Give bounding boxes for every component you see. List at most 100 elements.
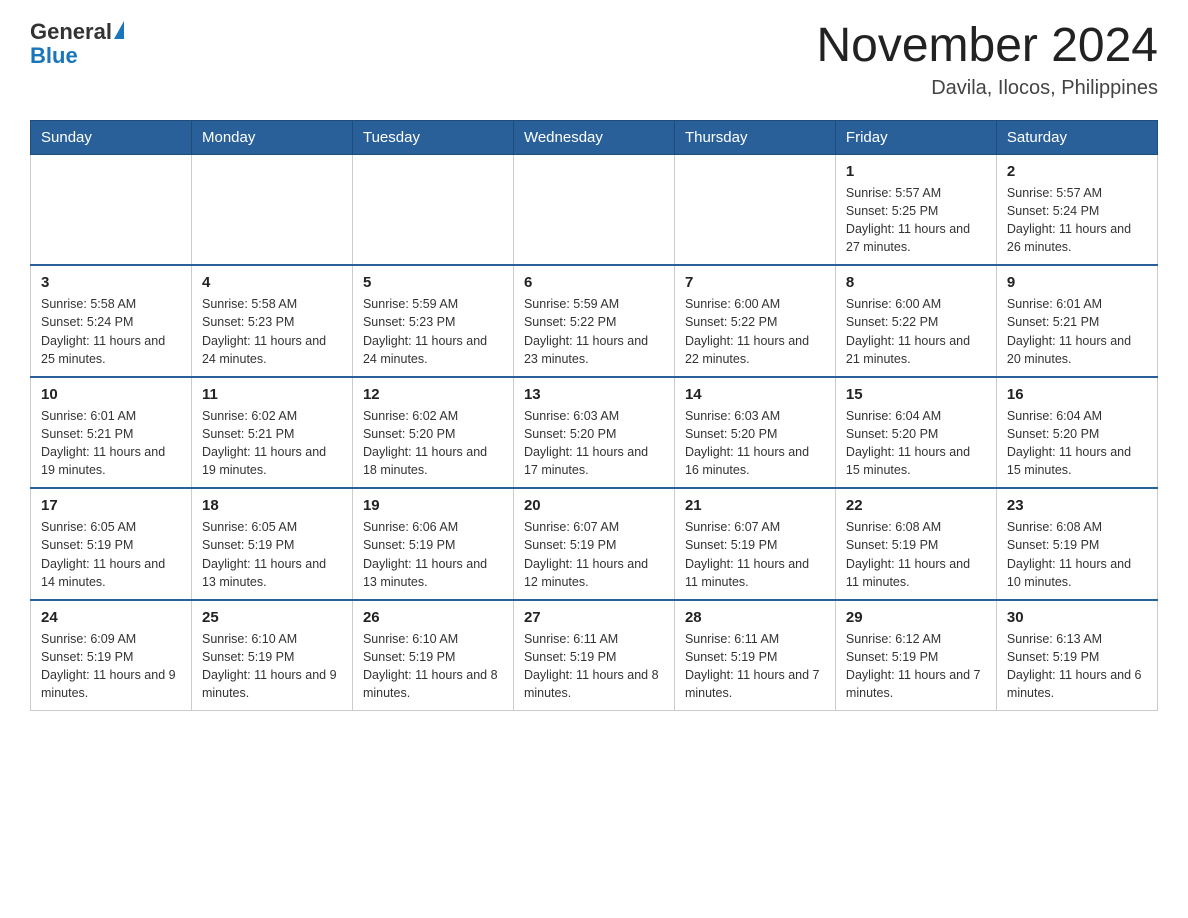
day-number: 9 — [1007, 274, 1147, 291]
day-number: 1 — [846, 163, 986, 180]
day-info: Sunrise: 5:57 AMSunset: 5:25 PMDaylight:… — [846, 184, 986, 257]
day-number: 13 — [524, 386, 664, 403]
day-info: Sunrise: 5:58 AMSunset: 5:23 PMDaylight:… — [202, 295, 342, 368]
calendar-cell: 18 Sunrise: 6:05 AMSunset: 5:19 PMDayligh… — [191, 488, 352, 600]
day-info: Sunrise: 6:10 AMSunset: 5:19 PMDaylight:… — [202, 630, 342, 703]
weekday-header-monday: Monday — [191, 120, 352, 154]
calendar-cell — [191, 154, 352, 265]
calendar-cell — [352, 154, 513, 265]
day-info: Sunrise: 6:05 AMSunset: 5:19 PMDaylight:… — [202, 518, 342, 591]
calendar-cell — [31, 154, 192, 265]
day-number: 28 — [685, 609, 825, 626]
page-header: General Blue November 2024 Davila, Iloco… — [30, 20, 1158, 100]
calendar-subtitle: Davila, Ilocos, Philippines — [816, 77, 1158, 100]
calendar-cell: 28Sunrise: 6:11 AMSunset: 5:19 PMDayligh… — [674, 600, 835, 711]
calendar-cell: 17 Sunrise: 6:05 AMSunset: 5:19 PMDayligh… — [31, 488, 192, 600]
weekday-header-row: SundayMondayTuesdayWednesdayThursdayFrid… — [31, 120, 1158, 154]
calendar-cell: 20Sunrise: 6:07 AMSunset: 5:19 PMDayligh… — [513, 488, 674, 600]
title-block: November 2024 Davila, Ilocos, Philippine… — [816, 20, 1158, 100]
calendar-cell: 27Sunrise: 6:11 AMSunset: 5:19 PMDayligh… — [513, 600, 674, 711]
logo-blue-text: Blue — [30, 44, 124, 68]
calendar-cell: 1 Sunrise: 5:57 AMSunset: 5:25 PMDaylight… — [835, 154, 996, 265]
day-info: Sunrise: 5:59 AMSunset: 5:22 PMDaylight:… — [524, 295, 664, 368]
calendar-cell — [674, 154, 835, 265]
calendar-cell: 8 Sunrise: 6:00 AMSunset: 5:22 PMDaylight… — [835, 265, 996, 377]
calendar-week-row: 17 Sunrise: 6:05 AMSunset: 5:19 PMDayligh… — [31, 488, 1158, 600]
day-info: Sunrise: 5:58 AMSunset: 5:24 PMDaylight:… — [41, 295, 181, 368]
calendar-cell: 4 Sunrise: 5:58 AMSunset: 5:23 PMDaylight… — [191, 265, 352, 377]
calendar-week-row: 1 Sunrise: 5:57 AMSunset: 5:25 PMDaylight… — [31, 154, 1158, 265]
calendar-week-row: 24Sunrise: 6:09 AMSunset: 5:19 PMDayligh… — [31, 600, 1158, 711]
day-info: Sunrise: 5:59 AMSunset: 5:23 PMDaylight:… — [363, 295, 503, 368]
day-info: Sunrise: 6:04 AMSunset: 5:20 PMDaylight:… — [846, 407, 986, 480]
calendar-cell: 5 Sunrise: 5:59 AMSunset: 5:23 PMDaylight… — [352, 265, 513, 377]
day-number: 3 — [41, 274, 181, 291]
day-info: Sunrise: 6:03 AMSunset: 5:20 PMDaylight:… — [524, 407, 664, 480]
calendar-title: November 2024 — [816, 20, 1158, 73]
weekday-header-thursday: Thursday — [674, 120, 835, 154]
day-info: Sunrise: 6:05 AMSunset: 5:19 PMDaylight:… — [41, 518, 181, 591]
calendar-cell: 9 Sunrise: 6:01 AMSunset: 5:21 PMDaylight… — [996, 265, 1157, 377]
day-number: 19 — [363, 497, 503, 514]
calendar-cell: 22 Sunrise: 6:08 AMSunset: 5:19 PMDayligh… — [835, 488, 996, 600]
day-info: Sunrise: 6:01 AMSunset: 5:21 PMDaylight:… — [1007, 295, 1147, 368]
day-info: Sunrise: 6:02 AMSunset: 5:21 PMDaylight:… — [202, 407, 342, 480]
calendar-week-row: 10 Sunrise: 6:01 AMSunset: 5:21 PMDayligh… — [31, 377, 1158, 489]
calendar-cell: 2Sunrise: 5:57 AMSunset: 5:24 PMDaylight… — [996, 154, 1157, 265]
day-number: 21 — [685, 497, 825, 514]
day-info: Sunrise: 6:00 AMSunset: 5:22 PMDaylight:… — [685, 295, 825, 368]
day-number: 16 — [1007, 386, 1147, 403]
day-number: 23 — [1007, 497, 1147, 514]
calendar-cell: 11 Sunrise: 6:02 AMSunset: 5:21 PMDayligh… — [191, 377, 352, 489]
day-info: Sunrise: 6:00 AMSunset: 5:22 PMDaylight:… — [846, 295, 986, 368]
day-info: Sunrise: 6:07 AMSunset: 5:19 PMDaylight:… — [685, 518, 825, 591]
day-number: 10 — [41, 386, 181, 403]
weekday-header-saturday: Saturday — [996, 120, 1157, 154]
calendar-cell: 15 Sunrise: 6:04 AMSunset: 5:20 PMDayligh… — [835, 377, 996, 489]
calendar-cell: 7 Sunrise: 6:00 AMSunset: 5:22 PMDaylight… — [674, 265, 835, 377]
day-number: 8 — [846, 274, 986, 291]
calendar-cell: 12Sunrise: 6:02 AMSunset: 5:20 PMDayligh… — [352, 377, 513, 489]
day-number: 5 — [363, 274, 503, 291]
weekday-header-tuesday: Tuesday — [352, 120, 513, 154]
day-number: 17 — [41, 497, 181, 514]
day-info: Sunrise: 6:03 AMSunset: 5:20 PMDaylight:… — [685, 407, 825, 480]
day-info: Sunrise: 6:02 AMSunset: 5:20 PMDaylight:… — [363, 407, 503, 480]
day-number: 18 — [202, 497, 342, 514]
calendar-cell: 16 Sunrise: 6:04 AMSunset: 5:20 PMDayligh… — [996, 377, 1157, 489]
day-number: 11 — [202, 386, 342, 403]
calendar-table: SundayMondayTuesdayWednesdayThursdayFrid… — [30, 120, 1158, 712]
day-number: 30 — [1007, 609, 1147, 626]
day-number: 26 — [363, 609, 503, 626]
calendar-cell: 29 Sunrise: 6:12 AMSunset: 5:19 PMDayligh… — [835, 600, 996, 711]
calendar-cell — [513, 154, 674, 265]
day-info: Sunrise: 6:08 AMSunset: 5:19 PMDaylight:… — [846, 518, 986, 591]
day-info: Sunrise: 6:08 AMSunset: 5:19 PMDaylight:… — [1007, 518, 1147, 591]
day-info: Sunrise: 6:06 AMSunset: 5:19 PMDaylight:… — [363, 518, 503, 591]
day-number: 15 — [846, 386, 986, 403]
day-number: 4 — [202, 274, 342, 291]
calendar-cell: 25Sunrise: 6:10 AMSunset: 5:19 PMDayligh… — [191, 600, 352, 711]
day-number: 27 — [524, 609, 664, 626]
calendar-cell: 26Sunrise: 6:10 AMSunset: 5:19 PMDayligh… — [352, 600, 513, 711]
day-info: Sunrise: 6:12 AMSunset: 5:19 PMDaylight:… — [846, 630, 986, 703]
day-info: Sunrise: 6:13 AMSunset: 5:19 PMDaylight:… — [1007, 630, 1147, 703]
calendar-cell: 10 Sunrise: 6:01 AMSunset: 5:21 PMDayligh… — [31, 377, 192, 489]
calendar-cell: 6Sunrise: 5:59 AMSunset: 5:22 PMDaylight… — [513, 265, 674, 377]
day-number: 14 — [685, 386, 825, 403]
logo: General Blue — [30, 20, 124, 68]
calendar-cell: 19 Sunrise: 6:06 AMSunset: 5:19 PMDayligh… — [352, 488, 513, 600]
day-info: Sunrise: 6:09 AMSunset: 5:19 PMDaylight:… — [41, 630, 181, 703]
day-info: Sunrise: 6:04 AMSunset: 5:20 PMDaylight:… — [1007, 407, 1147, 480]
calendar-cell: 3 Sunrise: 5:58 AMSunset: 5:24 PMDaylight… — [31, 265, 192, 377]
day-number: 2 — [1007, 163, 1147, 180]
day-info: Sunrise: 6:01 AMSunset: 5:21 PMDaylight:… — [41, 407, 181, 480]
calendar-cell: 23 Sunrise: 6:08 AMSunset: 5:19 PMDayligh… — [996, 488, 1157, 600]
day-number: 7 — [685, 274, 825, 291]
day-number: 20 — [524, 497, 664, 514]
weekday-header-friday: Friday — [835, 120, 996, 154]
day-number: 22 — [846, 497, 986, 514]
day-number: 29 — [846, 609, 986, 626]
logo-general-text: General — [30, 20, 112, 44]
calendar-cell: 30 Sunrise: 6:13 AMSunset: 5:19 PMDayligh… — [996, 600, 1157, 711]
